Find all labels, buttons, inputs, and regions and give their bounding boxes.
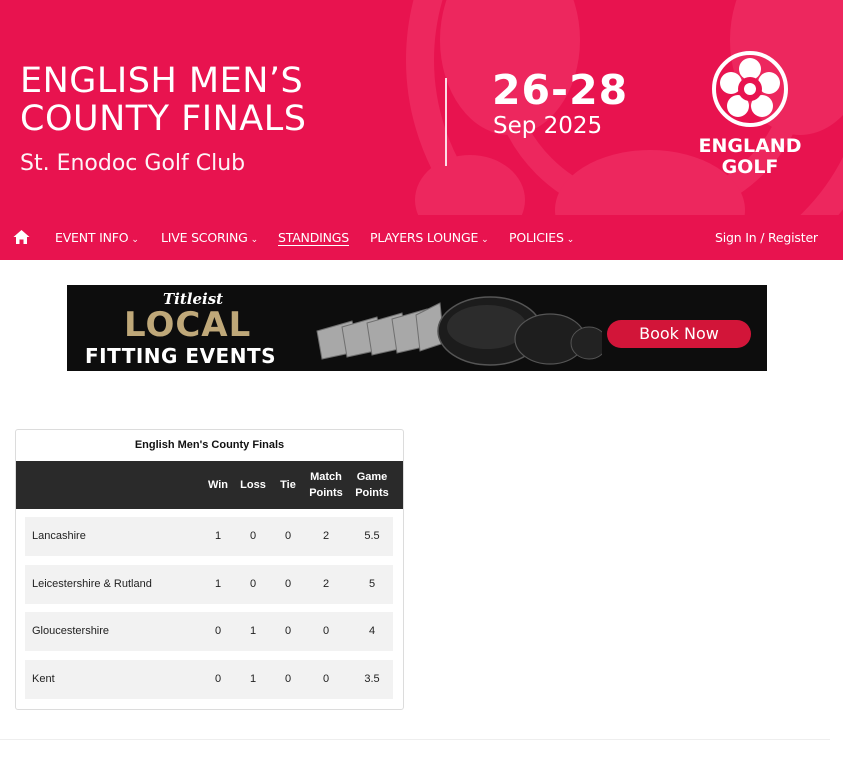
nav-players-lounge[interactable]: PLAYERS LOUNGE ⌄ [370, 215, 489, 260]
win-value: 0 [214, 625, 222, 637]
nav-live-scoring[interactable]: LIVE SCORING ⌄ [161, 215, 258, 260]
chevron-down-icon: ⌄ [481, 235, 489, 245]
table-row[interactable]: Leicestershire & Rutland 1 0 0 2 5 [25, 565, 393, 604]
event-month-year: Sep 2025 [493, 113, 603, 139]
ad-subheadline: FITTING EVENTS [85, 344, 276, 368]
col-loss: Loss [240, 479, 266, 491]
win-value: 1 [214, 530, 222, 542]
win-value: 0 [214, 673, 222, 685]
win-value: 1 [214, 578, 222, 590]
nav-event-info[interactable]: EVENT INFO ⌄ [55, 215, 139, 260]
nav-players-lounge-label: PLAYERS LOUNGE [370, 230, 479, 245]
col-game-points-l1: Game [356, 471, 388, 483]
tie-value: 0 [284, 530, 292, 542]
col-match-points: Match Points [306, 461, 346, 509]
col-game-points: Game Points [352, 461, 392, 509]
match-points-value: 0 [322, 673, 330, 685]
event-banner: ENGLISH MEN’S COUNTY FINALS St. Enodoc G… [0, 0, 843, 215]
main-nav: EVENT INFO ⌄ LIVE SCORING ⌄ STANDINGS PLAY… [0, 215, 843, 260]
col-win: Win [207, 479, 229, 491]
logo-line1: ENGLAND [698, 135, 802, 157]
match-points-value: 2 [322, 578, 330, 590]
match-points-value: 0 [322, 625, 330, 637]
event-dates: 26-28 [492, 66, 629, 114]
event-title-line1: ENGLISH MEN’S [20, 61, 304, 101]
chevron-down-icon: ⌄ [131, 235, 139, 245]
game-points-value: 5 [368, 578, 376, 590]
standings-header: Win Loss Tie Match Points Game Points [16, 461, 403, 509]
nav-standings[interactable]: STANDINGS [278, 215, 349, 260]
logo-line2: GOLF [721, 156, 779, 178]
home-icon[interactable] [13, 229, 30, 245]
table-row[interactable]: Kent 0 1 0 0 3.5 [25, 660, 393, 699]
col-game-points-l2: Points [355, 487, 389, 499]
tie-value: 0 [284, 625, 292, 637]
col-tie: Tie [280, 479, 296, 491]
game-points-value: 5.5 [364, 530, 380, 542]
nav-policies[interactable]: POLICIES ⌄ [509, 215, 574, 260]
nav-policies-label: POLICIES [509, 230, 564, 245]
chevron-down-icon: ⌄ [566, 235, 575, 245]
table-row[interactable]: Lancashire 1 0 0 2 5.5 [25, 517, 393, 556]
event-venue: St. Enodoc Golf Club [20, 151, 246, 176]
table-row[interactable]: Gloucestershire 0 1 0 0 4 [25, 612, 393, 651]
col-match-points-l2: Points [309, 487, 343, 499]
tie-value: 0 [284, 673, 292, 685]
event-title: ENGLISH MEN’S COUNTY FINALS [20, 62, 306, 138]
loss-value: 1 [249, 625, 257, 637]
chevron-down-icon: ⌄ [250, 235, 259, 245]
tie-value: 0 [284, 578, 292, 590]
nav-event-info-label: EVENT INFO [55, 230, 129, 245]
event-title-line2: COUNTY FINALS [20, 99, 307, 139]
col-match-points-l1: Match [310, 471, 342, 483]
sign-in-register-link[interactable]: Sign In / Register [715, 215, 818, 260]
golf-clubs-image [316, 296, 602, 366]
team-name: Gloucestershire [32, 625, 110, 637]
ad-headline: LOCAL [124, 305, 252, 345]
match-points-value: 2 [322, 530, 330, 542]
standings-table: English Men's County Finals Win Loss Tie… [15, 429, 404, 710]
standings-title: English Men's County Finals [134, 439, 285, 451]
team-name: Kent [32, 673, 55, 685]
nav-live-scoring-label: LIVE SCORING [161, 230, 248, 245]
book-now-button[interactable]: Book Now [607, 320, 751, 348]
titleist-ad-banner[interactable]: Titleist LOCAL FITTING EVENTS Book Now [67, 285, 767, 371]
game-points-value: 4 [368, 625, 376, 637]
banner-divider [445, 78, 447, 166]
loss-value: 0 [249, 578, 257, 590]
england-golf-logo-text: ENGLAND GOLF [694, 136, 806, 178]
loss-value: 0 [249, 530, 257, 542]
footer-divider [0, 739, 830, 740]
loss-value: 1 [249, 673, 257, 685]
england-golf-rose-icon [712, 51, 788, 127]
game-points-value: 3.5 [364, 673, 380, 685]
team-name: Leicestershire & Rutland [32, 578, 152, 590]
nav-standings-label: STANDINGS [278, 230, 349, 245]
team-name: Lancashire [32, 530, 86, 542]
